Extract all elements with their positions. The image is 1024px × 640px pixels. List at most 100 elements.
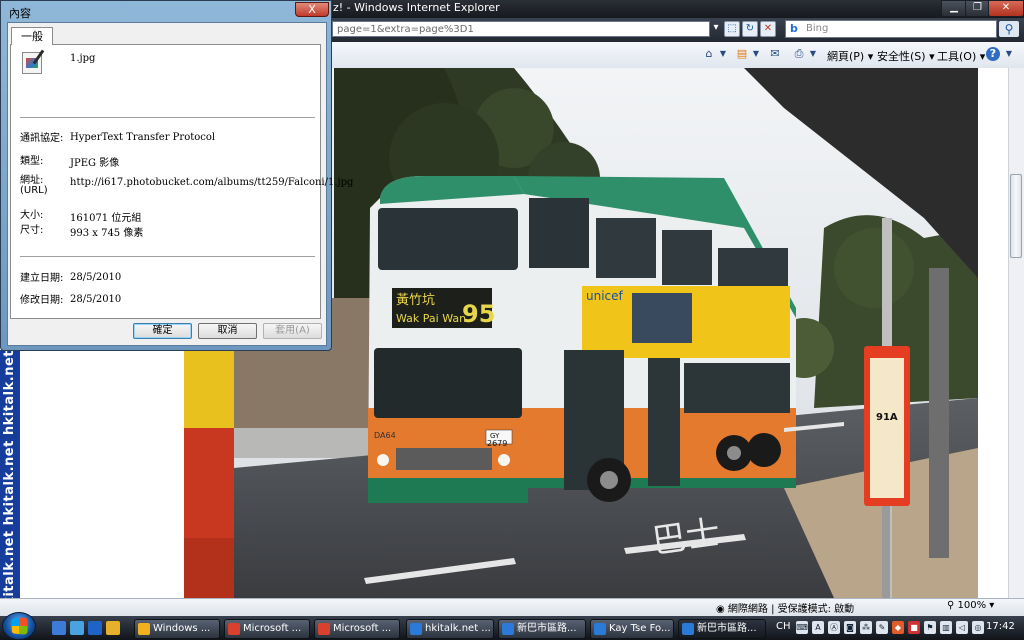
taskbar-button-microsoft-1[interactable]: Microsoft ...	[224, 619, 310, 639]
internet-explorer-quicklaunch-icon[interactable]	[88, 621, 102, 635]
print-dropdown-icon[interactable]: ▼	[806, 47, 820, 61]
input-language[interactable]: CH	[776, 621, 791, 632]
taskbar-label-0: Windows ...	[153, 623, 211, 634]
taskbar-button-nwfb-1[interactable]: 新巴市區路...	[498, 619, 586, 639]
address-bar[interactable]: page=1&extra=page%3D1	[332, 21, 710, 37]
zoom-level[interactable]: ⚲ 100% ▾	[947, 600, 994, 611]
folder-icon	[138, 623, 150, 635]
search-icon[interactable]: ⚲	[999, 21, 1019, 37]
dimensions-value: 993 x 745 像素	[70, 228, 144, 239]
cancel-button[interactable]: 取消	[198, 323, 257, 339]
security-zone-text: 網際網路 | 受保護模式: 啟動	[727, 604, 855, 615]
photo-destination-en: Wak Pai Wan	[396, 312, 466, 325]
taskbar-button-windows[interactable]: Windows ...	[134, 619, 220, 639]
search-placeholder: Bing	[806, 23, 829, 34]
dimensions-label: 尺寸:	[20, 225, 44, 236]
type-value: JPEG 影像	[70, 158, 120, 169]
ie-icon	[410, 623, 422, 635]
taskbar-button-kay-tse[interactable]: Kay Tse Fo...	[590, 619, 674, 639]
tray-app-icon[interactable]: ✎	[876, 621, 888, 634]
ime-icon[interactable]: ⌨	[796, 621, 808, 634]
switch-windows-icon[interactable]	[70, 621, 84, 635]
photo-plate-line2: 2679	[487, 439, 507, 448]
menu-page[interactable]: 網頁(P) ▾	[827, 48, 873, 64]
ie-icon	[502, 623, 514, 635]
size-label: 大小:	[20, 210, 44, 221]
type-label: 類型:	[20, 156, 44, 167]
network-icon[interactable]: ▥	[940, 621, 952, 634]
ie-icon	[594, 623, 606, 635]
security-zone[interactable]: ◉ 網際網路 | 受保護模式: 啟動	[716, 600, 854, 615]
menu-safety-label: 安全性(S)	[877, 50, 926, 63]
size-value: 161071 位元組	[70, 213, 142, 224]
office-icon	[318, 623, 330, 635]
search-input[interactable]: b Bing	[785, 20, 997, 38]
jpeg-file-icon	[22, 52, 42, 74]
tab-general[interactable]: 一般	[11, 27, 53, 45]
bing-logo-icon: b	[790, 22, 798, 35]
start-button[interactable]	[2, 612, 36, 640]
modified-label: 修改日期:	[20, 295, 64, 306]
refresh-icon[interactable]: ↻	[742, 21, 758, 37]
menu-tools[interactable]: 工具(O) ▾	[937, 48, 985, 64]
office-icon	[228, 623, 240, 635]
photo-fleet-number: DA64	[374, 431, 396, 440]
windows-logo-icon	[11, 617, 28, 635]
print-icon[interactable]: ⎙	[792, 47, 806, 61]
scrollbar-thumb[interactable]	[1010, 174, 1022, 258]
home-icon[interactable]: ⌂	[702, 47, 716, 61]
vertical-scrollbar[interactable]	[1008, 68, 1024, 598]
dialog-close-button[interactable]: X	[295, 2, 329, 17]
taskbar-label-4: 新巴市區路...	[517, 623, 577, 634]
file-name: 1.jpg	[70, 53, 96, 64]
system-clock[interactable]: 17:42	[986, 621, 1015, 632]
hkitalk-side-banner[interactable]: hkitalk.net hkitalk.net hkitalk.net	[0, 350, 20, 598]
created-label: 建立日期:	[20, 273, 64, 284]
menu-page-label: 網頁(P)	[827, 50, 865, 63]
created-value: 28/5/2010	[70, 272, 122, 283]
explorer-quicklaunch-icon[interactable]	[106, 621, 120, 635]
dialog-title: 內容	[9, 7, 31, 20]
help-icon[interactable]: ?	[986, 47, 1000, 61]
maximize-button[interactable]: ❐	[965, 0, 990, 17]
protocol-label: 通訊協定:	[20, 133, 64, 144]
zoom-text: 100%	[957, 600, 987, 611]
taskbar-label-5: Kay Tse Fo...	[609, 623, 671, 634]
apply-button[interactable]: 套用(A)	[263, 323, 322, 339]
tray-app-icon[interactable]: ◆	[892, 621, 904, 634]
photo-ad-brand: unicef	[586, 289, 624, 303]
tray-app-icon[interactable]: Ⓐ	[828, 621, 840, 634]
close-window-button[interactable]: ✕	[988, 0, 1024, 17]
taskbar-label-2: Microsoft ...	[333, 623, 392, 634]
side-banner-text: hkitalk.net hkitalk.net hkitalk.net	[2, 350, 17, 598]
taskbar-label-1: Microsoft ...	[243, 623, 302, 634]
tray-app-icon[interactable]: ◎	[972, 621, 984, 634]
minimize-button[interactable]: ▁	[941, 0, 967, 17]
volume-icon[interactable]: ◁	[956, 621, 968, 634]
modified-value: 28/5/2010	[70, 294, 122, 305]
read-mail-icon[interactable]: ✉	[768, 47, 782, 61]
stop-icon[interactable]: ✕	[760, 21, 776, 37]
taskbar-button-hkitalk[interactable]: hkitalk.net ...	[406, 619, 494, 639]
address-label-url: (URL)	[20, 185, 48, 196]
ok-button[interactable]: 確定	[133, 323, 192, 339]
divider	[20, 256, 315, 258]
feeds-icon[interactable]: ▤	[735, 47, 749, 61]
tray-app-icon[interactable]: ■	[908, 621, 920, 634]
address-dropdown-icon[interactable]: ▾	[708, 21, 724, 37]
tray-app-icon[interactable]: A	[812, 621, 824, 634]
tray-app-icon[interactable]: ⁂	[860, 621, 872, 634]
compatibility-view-icon[interactable]: ⬚	[724, 21, 740, 37]
taskbar-label-6: 新巴市區路...	[697, 623, 757, 634]
taskbar-button-nwfb-2[interactable]: 新巴市區路...	[678, 619, 766, 639]
status-bar	[0, 598, 1024, 616]
help-dropdown-icon[interactable]: ▼	[1002, 47, 1016, 61]
taskbar-label-3: hkitalk.net ...	[425, 623, 491, 634]
tray-app-icon[interactable]: ◙	[844, 621, 856, 634]
feeds-dropdown-icon[interactable]: ▼	[749, 47, 763, 61]
home-dropdown-icon[interactable]: ▼	[716, 47, 730, 61]
taskbar-button-microsoft-2[interactable]: Microsoft ...	[314, 619, 400, 639]
menu-safety[interactable]: 安全性(S) ▾	[877, 48, 935, 64]
show-desktop-icon[interactable]	[52, 621, 66, 635]
tray-app-icon[interactable]: ⚑	[924, 621, 936, 634]
